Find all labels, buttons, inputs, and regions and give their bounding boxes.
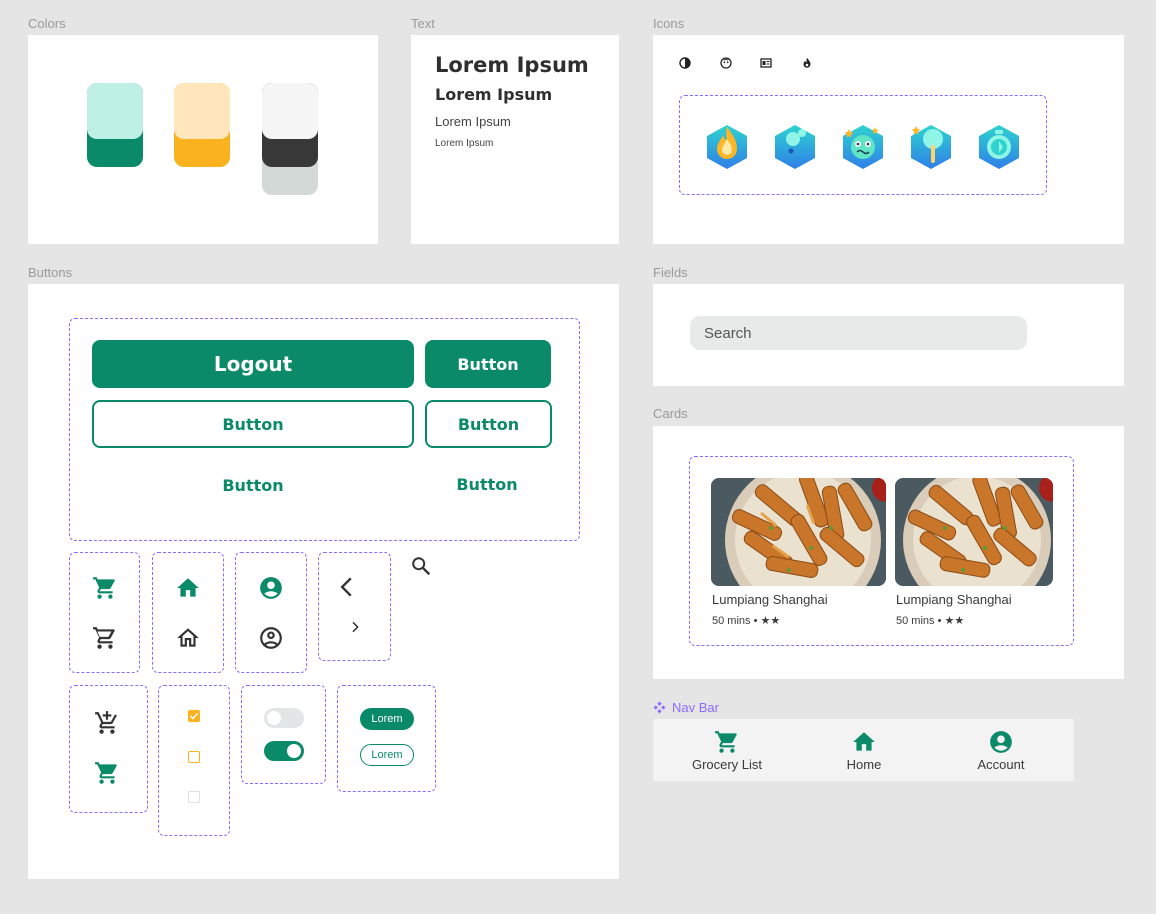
card-meta: 50 mins • ★★ xyxy=(712,615,781,627)
recipe-card[interactable]: Lumpiang Shanghai 50 mins • ★★ xyxy=(895,478,1053,628)
nav-item-label: Account xyxy=(977,756,1025,772)
search-input[interactable]: Search xyxy=(690,316,1027,350)
check-icon xyxy=(189,712,199,720)
add-cart-icons-group xyxy=(69,685,148,813)
cart-icon xyxy=(715,730,737,753)
toggle-knob xyxy=(287,744,301,758)
nav-bar: Grocery List Home Account xyxy=(653,719,1074,781)
toggle-group xyxy=(241,685,326,784)
account-icon xyxy=(990,730,1012,753)
text-small-button[interactable]: Button xyxy=(425,460,549,508)
nav-item-grocery-list[interactable]: Grocery List xyxy=(657,719,797,781)
recipe-card[interactable]: Lumpiang Shanghai 50 mins • ★★ xyxy=(711,478,886,628)
home-icons-group xyxy=(152,552,224,673)
cart-filled-green-icon[interactable] xyxy=(94,760,120,786)
text-large-button[interactable]: Button xyxy=(92,461,414,509)
home-outline-icon[interactable] xyxy=(175,625,201,651)
navbar-section-label: Nav Bar xyxy=(653,700,719,715)
account-filled-icon[interactable] xyxy=(258,575,284,601)
chevron-right-icon[interactable] xyxy=(348,620,362,634)
account-icons-group xyxy=(235,552,307,673)
chip-outline[interactable]: Lorem xyxy=(360,744,414,766)
lollipop-badge-icon xyxy=(911,125,951,169)
checkbox-unchecked[interactable] xyxy=(188,751,200,763)
outline-large-button[interactable]: Button xyxy=(92,400,414,448)
home-filled-icon[interactable] xyxy=(175,575,201,601)
food-image xyxy=(711,478,886,586)
search-icon[interactable] xyxy=(410,555,432,577)
flame-icon xyxy=(803,57,811,68)
nav-item-account[interactable]: Account xyxy=(931,719,1071,781)
fire-badge-icon xyxy=(707,125,747,169)
cart-filled-icon[interactable] xyxy=(92,575,118,601)
caption-sample: Lorem Ipsum xyxy=(435,138,494,149)
chevron-left-icon[interactable] xyxy=(334,574,360,600)
add-to-cart-icon[interactable] xyxy=(94,710,120,736)
cards-section-label: Cards xyxy=(653,406,688,421)
face-icon xyxy=(720,57,732,69)
checkbox-checked[interactable] xyxy=(188,710,200,722)
heading-2-sample: Lorem Ipsum xyxy=(435,85,553,104)
contrast-icon xyxy=(679,57,691,69)
chip-filled[interactable]: Lorem xyxy=(360,708,414,730)
logout-button[interactable]: Logout xyxy=(92,340,414,388)
text-panel: Lorem Ipsum Lorem Ipsum Lorem Ipsum Lore… xyxy=(411,35,619,244)
timer-badge-icon xyxy=(979,125,1019,169)
food-image xyxy=(895,478,1053,586)
cart-icons-group xyxy=(69,552,140,673)
chevron-icons-group xyxy=(318,552,391,661)
toggle-knob xyxy=(267,711,281,725)
cards-panel: Lumpiang Shanghai 50 mins • ★★ Lumpiang … xyxy=(653,426,1124,679)
heading-1-sample: Lorem Ipsum xyxy=(435,53,589,77)
nav-item-home[interactable]: Home xyxy=(794,719,934,781)
card-title: Lumpiang Shanghai xyxy=(712,592,828,607)
primary-light-swatch xyxy=(87,83,143,139)
filled-small-button[interactable]: Button xyxy=(425,340,551,388)
buttons-section-label: Buttons xyxy=(28,265,73,280)
card-meta: 50 mins • ★★ xyxy=(896,615,965,627)
colors-section-label: Colors xyxy=(28,16,66,31)
icons-section-label: Icons xyxy=(653,16,685,31)
nav-item-label: Grocery List xyxy=(691,756,763,772)
monster-badge-icon xyxy=(843,125,883,169)
buttons-panel: Logout Button Button Button Button Butto… xyxy=(28,284,619,879)
chip-group xyxy=(337,685,436,792)
card-title: Lumpiang Shanghai xyxy=(896,592,1012,607)
cart-outline-icon[interactable] xyxy=(92,625,118,651)
drop-badge-icon xyxy=(775,125,815,169)
component-icon xyxy=(653,701,666,714)
nav-item-label: Home xyxy=(846,756,882,772)
toggle-off[interactable] xyxy=(264,708,304,728)
document-icon xyxy=(760,58,772,68)
accent-light-swatch xyxy=(174,83,230,139)
icons-panel xyxy=(653,35,1124,244)
navbar-section-label-text: Nav Bar xyxy=(672,700,719,715)
colors-panel xyxy=(28,35,378,244)
text-section-label: Text xyxy=(411,16,435,31)
toggle-on[interactable] xyxy=(264,741,304,761)
home-icon xyxy=(853,731,875,751)
checkbox-disabled[interactable] xyxy=(188,791,200,803)
neutral-light-swatch xyxy=(262,83,318,139)
outline-small-button[interactable]: Button xyxy=(425,400,552,448)
fields-section-label: Fields xyxy=(653,265,688,280)
fields-panel: Search xyxy=(653,284,1124,386)
body-sample: Lorem Ipsum xyxy=(435,114,511,129)
account-outline-icon[interactable] xyxy=(258,625,284,651)
